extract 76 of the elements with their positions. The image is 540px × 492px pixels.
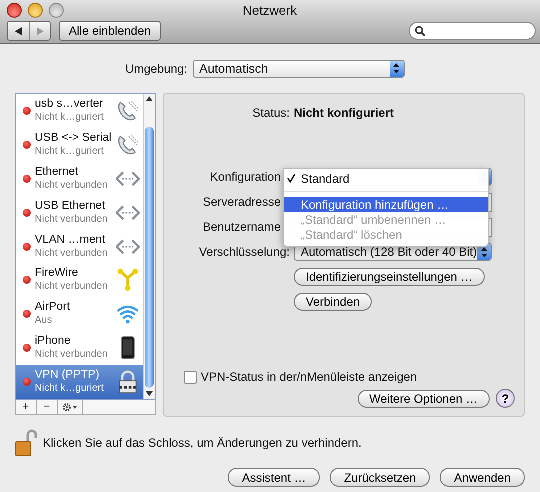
service-name: VPN (PPTP) xyxy=(35,369,101,382)
search-icon xyxy=(415,26,426,36)
service-item[interactable]: USB Ethernet Nicht verbunden xyxy=(16,196,143,230)
show-all-button[interactable]: Alle einblenden xyxy=(59,21,162,41)
phone-icon xyxy=(116,132,140,157)
status-dot xyxy=(23,310,31,318)
scroll-bar[interactable] xyxy=(143,94,155,399)
service-status: Nicht k…guriert xyxy=(35,144,105,158)
service-name: FireWire xyxy=(35,267,80,280)
padlock-icon xyxy=(116,370,140,394)
window-title: Netzwerk xyxy=(242,2,298,18)
service-name: USB <-> Serial xyxy=(35,132,112,145)
service-status: Nicht k…guriert xyxy=(35,382,105,396)
checkbox-label: VPN-Status in der/nMenüleiste anzeigen xyxy=(201,370,418,384)
status-dot xyxy=(23,242,31,250)
more-options-button[interactable]: Weitere Optionen … xyxy=(358,390,490,408)
status-dot xyxy=(23,378,31,386)
checkbox[interactable] xyxy=(184,370,197,384)
service-status: Nicht verbunden xyxy=(35,280,109,294)
service-item[interactable]: AirPort Aus xyxy=(16,297,143,332)
service-status: Nicht k…guriert xyxy=(35,110,105,124)
status-dot xyxy=(23,174,31,183)
checkmark-icon xyxy=(287,174,296,183)
service-name: Ethernet xyxy=(35,166,80,179)
back-button[interactable] xyxy=(8,22,29,40)
minimize-window-button[interactable] xyxy=(28,3,43,18)
service-item[interactable]: FireWire Nicht verbunden xyxy=(16,263,143,298)
gear-icon xyxy=(62,402,78,412)
service-name: usb s…verter xyxy=(35,98,104,111)
status-value: Nicht konfiguriert xyxy=(294,106,396,120)
forward-arrow-icon xyxy=(36,26,44,36)
service-item[interactable]: Ethernet Nicht verbunden xyxy=(16,162,143,196)
status-dot xyxy=(23,140,31,149)
location-label: Umgebung: xyxy=(125,62,188,76)
footer-button[interactable]: Anwenden xyxy=(440,468,525,487)
authentication-settings-button[interactable]: Identifizierungseinstellungen … xyxy=(294,268,485,286)
menu-item[interactable]: Standard xyxy=(284,171,488,186)
connect-button[interactable]: Verbinden xyxy=(294,293,372,311)
service-item[interactable]: VLAN …ment Nicht verbunden xyxy=(16,230,143,264)
service-status: Aus xyxy=(35,314,54,328)
help-button[interactable]: ? xyxy=(496,389,515,408)
service-status: Nicht verbunden xyxy=(35,348,109,362)
padlock-icon xyxy=(15,429,37,457)
firewire-icon xyxy=(116,268,140,292)
location-popup[interactable]: Automatisch xyxy=(192,60,405,78)
footer-button[interactable]: Assistent … xyxy=(228,468,320,487)
status-dot xyxy=(23,106,31,115)
phone-icon xyxy=(116,98,140,123)
footer-button[interactable]: Zurücksetzen xyxy=(330,468,430,487)
status-label: Status: xyxy=(252,106,290,120)
field-label: Benutzername xyxy=(202,220,282,234)
service-item[interactable]: USB <-> Serial Nicht k…guriert xyxy=(16,128,143,162)
service-item[interactable]: iPhone Nicht verbunden xyxy=(16,331,143,366)
service-name: VLAN …ment xyxy=(35,234,106,246)
status-dot xyxy=(23,344,31,352)
service-status: Nicht verbunden xyxy=(35,246,109,260)
menu-item[interactable]: Konfiguration hinzufügen … xyxy=(284,197,488,212)
service-status: Nicht verbunden xyxy=(35,178,109,192)
service-item[interactable]: VPN (PPTP) Nicht k…guriert xyxy=(16,365,143,400)
service-status: Nicht verbunden xyxy=(35,212,109,226)
search-field[interactable] xyxy=(409,22,536,40)
field-label: Serveradresse xyxy=(202,195,282,209)
service-name: USB Ethernet xyxy=(35,200,106,213)
service-item[interactable]: usb s…verter Nicht k…guriert xyxy=(16,94,143,128)
field-label: Verschlüsselung: xyxy=(198,245,290,259)
field-label: Konfiguration xyxy=(209,170,282,184)
lock-hint: Klicken Sie auf das Schloss, um Änderungen zu verhindern. xyxy=(43,436,362,450)
add-button[interactable]: + xyxy=(16,400,37,414)
status-dot xyxy=(23,276,31,284)
status-dot xyxy=(23,208,31,217)
remove-button[interactable]: − xyxy=(37,400,58,414)
service-name: iPhone xyxy=(35,335,72,348)
close-window-button[interactable] xyxy=(7,3,22,18)
back-arrow-icon xyxy=(14,26,23,36)
service-name: AirPort xyxy=(35,301,72,314)
zoom-window-button[interactable] xyxy=(49,3,64,18)
